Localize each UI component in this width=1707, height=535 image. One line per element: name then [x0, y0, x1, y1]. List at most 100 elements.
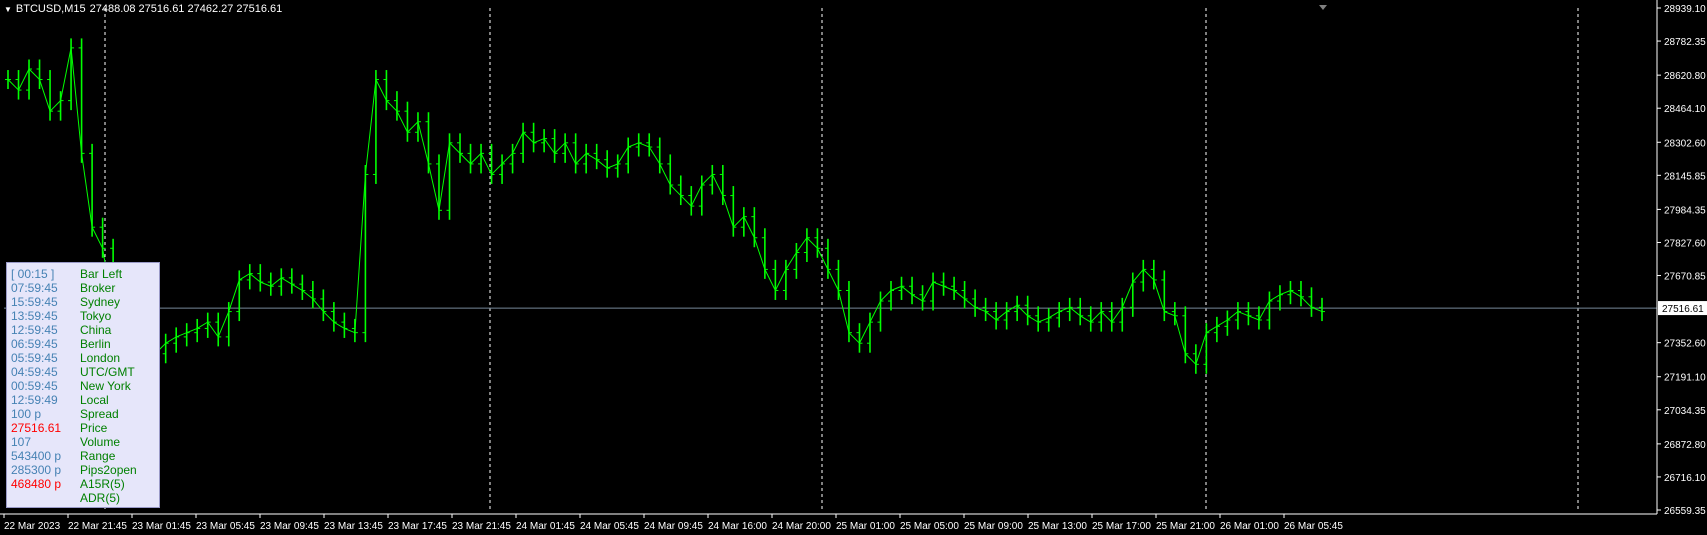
info-value: 12:59:49	[11, 393, 58, 407]
info-label: New York	[80, 379, 131, 393]
info-value: 07:59:45	[11, 281, 58, 295]
info-value: 12:59:45	[11, 323, 58, 337]
info-value: 468480 p	[11, 477, 62, 491]
info-value: 285300 p	[11, 463, 62, 477]
info-label: Range	[80, 449, 116, 463]
price-label: 27034.35	[1664, 406, 1706, 417]
time-label: 26 Mar 05:45	[1284, 521, 1343, 532]
info-label: Local	[80, 393, 109, 407]
time-label: 24 Mar 01:45	[516, 521, 575, 532]
price-label: 27984.35	[1664, 205, 1706, 216]
price-label: 26559.35	[1664, 506, 1706, 517]
info-row: 05:59:45 London	[7, 351, 159, 365]
info-label: Tokyo	[80, 309, 112, 323]
info-label: Pips2open	[80, 463, 137, 477]
time-label: 23 Mar 01:45	[132, 521, 191, 532]
info-row: [ 00:15 ] Bar Left	[7, 267, 159, 281]
time-label: 22 Mar 2023	[4, 521, 61, 532]
info-label: A15R(5)	[80, 477, 125, 491]
info-row: 107 Volume	[7, 435, 159, 449]
info-value: 543400 p	[11, 449, 62, 463]
symbol-label: BTCUSD,M15	[15, 3, 86, 15]
info-label: Volume	[80, 435, 121, 449]
time-label: 25 Mar 21:00	[1156, 521, 1215, 532]
info-row: 285300 p Pips2open	[7, 463, 159, 477]
info-value: 06:59:45	[11, 337, 58, 351]
info-row: 07:59:45 Broker	[7, 281, 159, 295]
info-label: Sydney	[80, 295, 121, 309]
price-label: 28620.80	[1664, 71, 1706, 82]
dropdown-triangle-icon[interactable]: ▼	[4, 5, 12, 14]
price-label: 27352.60	[1664, 339, 1706, 350]
time-label: 25 Mar 05:00	[900, 521, 959, 532]
info-panel: [ 00:15 ] Bar Left 07:59:45 Broker 15:59:45 S…	[6, 262, 160, 508]
price-label: 27670.85	[1664, 272, 1706, 283]
price-label: 27191.10	[1664, 373, 1706, 384]
price-label: 28145.85	[1664, 171, 1706, 182]
time-label: 25 Mar 09:00	[964, 521, 1023, 532]
price-scale: 28939.10 28782.35 28620.80 28464.10 28302.60…	[1657, 4, 1707, 517]
info-value: 00:59:45	[11, 379, 58, 393]
time-label: 24 Mar 20:00	[772, 521, 831, 532]
info-value: 04:59:45	[11, 365, 58, 379]
info-label: Berlin	[80, 337, 111, 351]
info-value: 15:59:45	[11, 295, 58, 309]
info-value: 27516.61	[11, 421, 62, 435]
price-label: 28302.60	[1664, 138, 1706, 149]
chart-header: ▼ BTCUSD,M15 27488.08 27516.61 27462.27 …	[4, 3, 282, 15]
ohlc-values: 27488.08 27516.61 27462.27 27516.61	[89, 3, 283, 15]
info-row: 12:59:49 Local	[7, 393, 159, 407]
info-row: 100 p Spread	[7, 407, 159, 421]
info-row: 00:59:45 New York	[7, 379, 159, 393]
info-label: Spread	[80, 407, 119, 421]
current-price-label: 27516.61	[1662, 304, 1704, 315]
info-row: ADR(5)	[7, 491, 159, 505]
time-label: 22 Mar 21:45	[68, 521, 127, 532]
day-separators	[104, 8, 1579, 510]
price-line	[7, 47, 1323, 376]
time-label: 24 Mar 09:45	[644, 521, 703, 532]
info-value: 13:59:45	[11, 309, 58, 323]
time-label: 25 Mar 17:00	[1092, 521, 1151, 532]
price-series	[5, 38, 1325, 385]
time-scale: 22 Mar 2023 22 Mar 21:45 23 Mar 01:45 23 Ma…	[3, 514, 1343, 532]
info-row: 27516.61 Price	[7, 421, 159, 435]
info-label: China	[80, 323, 112, 337]
info-row: 12:59:45 China	[7, 323, 159, 337]
price-label: 26872.80	[1664, 440, 1706, 451]
time-label: 23 Mar 17:45	[388, 521, 447, 532]
info-value: 100 p	[11, 407, 42, 421]
time-label: 24 Mar 05:45	[580, 521, 639, 532]
info-row: 15:59:45 Sydney	[7, 295, 159, 309]
info-row: 06:59:45 Berlin	[7, 337, 159, 351]
time-label: 25 Mar 13:00	[1028, 521, 1087, 532]
info-value: [ 00:15 ]	[11, 267, 55, 281]
price-label: 28939.10	[1664, 4, 1706, 15]
chart-window[interactable]: 28939.10 28782.35 28620.80 28464.10 28302.60…	[0, 0, 1707, 535]
info-row: 543400 p Range	[7, 449, 159, 463]
info-label: Price	[80, 421, 108, 435]
info-label: UTC/GMT	[80, 365, 135, 379]
price-chart[interactable]: 28939.10 28782.35 28620.80 28464.10 28302.60…	[0, 0, 1707, 535]
info-row: 13:59:45 Tokyo	[7, 309, 159, 323]
time-label: 25 Mar 01:00	[836, 521, 895, 532]
info-row: 04:59:45 UTC/GMT	[7, 365, 159, 379]
price-label: 26716.10	[1664, 473, 1706, 484]
info-label: Bar Left	[80, 267, 123, 281]
time-label: 23 Mar 05:45	[196, 521, 255, 532]
shift-marker-icon	[1319, 5, 1327, 10]
time-label: 23 Mar 21:45	[452, 521, 511, 532]
time-label: 24 Mar 16:00	[708, 521, 767, 532]
info-value: 05:59:45	[11, 351, 58, 365]
info-label: ADR(5)	[80, 491, 121, 505]
info-label: Broker	[80, 281, 116, 295]
price-label: 28464.10	[1664, 104, 1706, 115]
info-label: London	[80, 351, 121, 365]
price-label: 27827.60	[1664, 238, 1706, 249]
price-label: 28782.35	[1664, 37, 1706, 48]
time-label: 23 Mar 13:45	[324, 521, 383, 532]
info-value: 107	[11, 435, 32, 449]
time-label: 26 Mar 01:00	[1220, 521, 1279, 532]
info-row: 468480 p A15R(5)	[7, 477, 159, 491]
time-label: 23 Mar 09:45	[260, 521, 319, 532]
